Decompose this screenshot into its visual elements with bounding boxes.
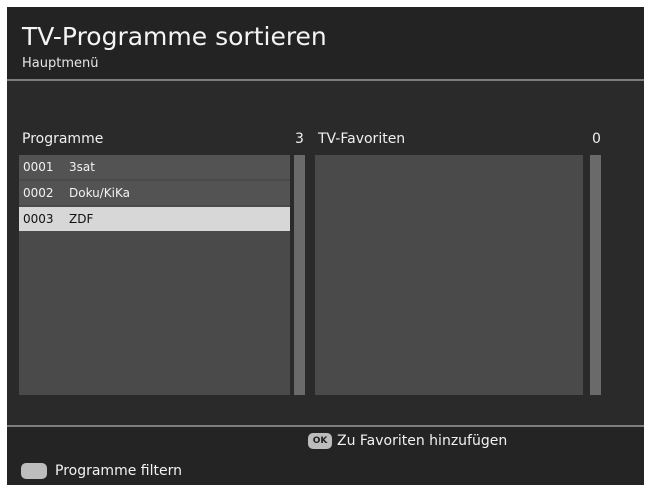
programme-count: 3 <box>295 131 304 147</box>
programme-number: 0002 <box>23 186 54 200</box>
programme-scrollbar[interactable] <box>294 155 305 395</box>
favorites-count: 0 <box>592 131 601 147</box>
filter-programmes-label: Programme filtern <box>55 463 182 479</box>
programme-name: 3sat <box>69 160 95 174</box>
programme-number: 0001 <box>23 160 54 174</box>
tv-sort-screen: TV-Programme sortieren Hauptmenü Program… <box>7 7 644 485</box>
programme-row[interactable]: 0001 3sat <box>19 155 290 179</box>
favorites-list[interactable] <box>315 155 583 395</box>
programme-name: Doku/KiKa <box>69 186 131 200</box>
programme-rows: 0001 3sat 0002 Doku/KiKa 0003 ZDF <box>19 155 290 233</box>
color-button-icon <box>21 463 47 479</box>
favorites-scrollbar[interactable] <box>590 155 601 395</box>
programme-list[interactable]: 0001 3sat 0002 Doku/KiKa 0003 ZDF <box>19 155 290 395</box>
add-to-favorites-label: Zu Favoriten hinzufügen <box>337 433 508 449</box>
filter-programmes-hint[interactable]: Programme filtern <box>21 462 182 480</box>
content-area: Programme 3 0001 3sat 0002 Doku/KiKa 0003 ZDF… <box>7 81 644 425</box>
programme-number: 0003 <box>23 212 54 226</box>
footer: OK Zu Favoriten hinzufügen Programme fil… <box>7 427 644 485</box>
add-to-favorites-hint[interactable]: OK Zu Favoriten hinzufügen <box>308 432 507 450</box>
programme-panel-title: Programme <box>22 131 104 147</box>
ok-button-icon: OK <box>308 433 332 449</box>
favorites-panel-title: TV-Favoriten <box>318 131 406 147</box>
programme-row[interactable]: 0002 Doku/KiKa <box>19 181 290 205</box>
programme-row[interactable]: 0003 ZDF <box>19 207 290 231</box>
page-title: TV-Programme sortieren <box>22 22 327 51</box>
programme-name: ZDF <box>69 212 94 226</box>
breadcrumb: Hauptmenü <box>22 56 99 71</box>
header: TV-Programme sortieren Hauptmenü <box>7 7 644 80</box>
